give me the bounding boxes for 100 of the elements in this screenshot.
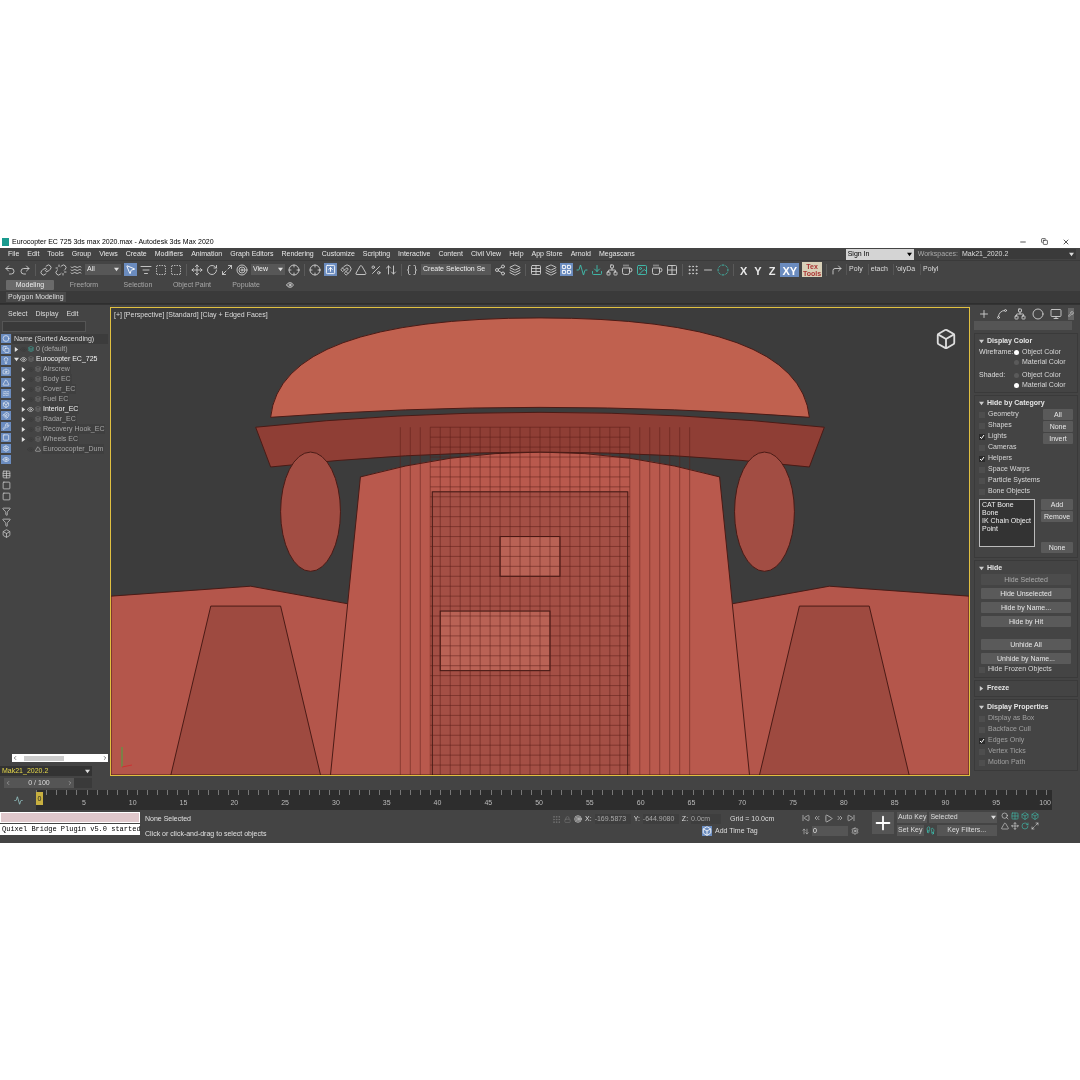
grid-icon[interactable] xyxy=(666,263,678,276)
square-icon[interactable] xyxy=(1,481,11,490)
link-icon[interactable] xyxy=(40,263,52,276)
scroll-right-icon[interactable] xyxy=(102,755,108,761)
absolute-mode-icon[interactable] xyxy=(574,815,582,823)
zoom-all-icon[interactable] xyxy=(1011,812,1019,820)
filter-icon[interactable] xyxy=(1,507,11,516)
pan-icon[interactable] xyxy=(1011,822,1019,830)
display-tab-icon[interactable] xyxy=(1050,308,1062,320)
square-icon[interactable] xyxy=(1,492,11,501)
go-to-start-icon[interactable] xyxy=(802,814,810,822)
expand-arrow-icon[interactable] xyxy=(14,346,19,352)
expand-arrow-icon[interactable] xyxy=(21,426,26,432)
angle-snap-icon[interactable] xyxy=(355,263,367,276)
dropdown-caret-icon[interactable] xyxy=(85,768,90,774)
axis-button[interactable]: Y xyxy=(752,262,764,277)
axis-button[interactable]: Z xyxy=(766,262,778,277)
close-icon[interactable] xyxy=(1062,238,1070,246)
rotate-icon[interactable] xyxy=(206,263,218,276)
curve-editor-icon[interactable] xyxy=(13,795,23,805)
curve-icon[interactable] xyxy=(576,263,588,276)
rollout-toggle-icon[interactable] xyxy=(979,401,984,406)
radio-button[interactable] xyxy=(1014,349,1019,355)
arrow-up-icon[interactable] xyxy=(324,263,337,276)
modify-tab-icon[interactable] xyxy=(996,308,1008,320)
unlink-icon[interactable] xyxy=(55,263,67,276)
ribbon-options-icon[interactable] xyxy=(286,280,294,289)
next-key-icon[interactable] xyxy=(836,814,844,822)
time-settings-icon[interactable] xyxy=(851,827,859,835)
checkbox[interactable] xyxy=(979,737,985,744)
rollout-toggle-icon[interactable] xyxy=(979,686,984,691)
zoom-extents-all-icon[interactable] xyxy=(1031,812,1039,820)
time-tag-icon[interactable] xyxy=(702,826,712,837)
filter-icon[interactable] xyxy=(1,518,11,527)
name-field[interactable] xyxy=(974,321,1072,330)
dropdown-caret-icon[interactable] xyxy=(906,251,912,257)
previous-key-icon[interactable] xyxy=(813,814,821,822)
create-tab-icon[interactable] xyxy=(978,308,990,320)
wave-icon[interactable] xyxy=(70,263,82,276)
motion-tab-icon[interactable] xyxy=(1032,308,1044,320)
window-crossing-icon[interactable] xyxy=(170,263,182,276)
expand-arrow-icon[interactable] xyxy=(21,436,26,442)
pivot-icon[interactable] xyxy=(288,263,300,276)
expand-arrow-icon[interactable] xyxy=(21,416,26,422)
play-icon[interactable] xyxy=(824,813,833,823)
layers-icon[interactable] xyxy=(545,263,557,276)
table-icon[interactable] xyxy=(1,470,11,479)
grid-panel-icon[interactable] xyxy=(560,263,573,276)
expand-arrow-icon[interactable] xyxy=(21,386,26,392)
hierarchy-tab-icon[interactable] xyxy=(1014,308,1026,320)
crosshair-icon[interactable] xyxy=(309,263,321,276)
undo-icon[interactable] xyxy=(4,263,16,276)
list-icon[interactable] xyxy=(140,263,152,276)
minimize-icon[interactable] xyxy=(1019,238,1027,246)
time-config-icon[interactable] xyxy=(802,827,809,835)
mirror-icon[interactable] xyxy=(494,263,506,276)
render-frame-icon[interactable] xyxy=(636,263,648,276)
explorer-search-field[interactable] xyxy=(2,321,86,332)
dashed-square-icon[interactable] xyxy=(155,263,167,276)
expand-arrow-icon[interactable] xyxy=(21,376,26,382)
rollout-toggle-icon[interactable] xyxy=(979,705,984,710)
percent-icon[interactable] xyxy=(370,263,382,276)
corner-icon[interactable] xyxy=(831,263,844,276)
expand-arrow-icon[interactable] xyxy=(21,366,26,372)
restore-icon[interactable] xyxy=(1041,238,1048,245)
scale-icon[interactable] xyxy=(221,263,233,276)
checkbox[interactable] xyxy=(979,433,985,440)
dots-icon[interactable] xyxy=(687,263,699,276)
box-icon[interactable] xyxy=(1,529,11,538)
dropdown-caret-icon[interactable] xyxy=(1069,251,1074,257)
redo-icon[interactable] xyxy=(19,263,31,276)
spinner-icon[interactable] xyxy=(385,263,397,276)
expand-arrow-icon[interactable] xyxy=(21,406,26,412)
orbit-icon[interactable] xyxy=(1021,822,1029,830)
select-object-icon[interactable] xyxy=(124,263,137,276)
snap-icon[interactable] xyxy=(340,263,352,276)
checkbox[interactable] xyxy=(979,455,985,462)
schematic-icon[interactable] xyxy=(606,263,618,276)
set-key-big-icon[interactable] xyxy=(872,812,894,834)
braces-icon[interactable] xyxy=(406,263,418,276)
field-of-view-icon[interactable] xyxy=(1001,822,1009,830)
axis-button[interactable]: X xyxy=(738,262,750,277)
zoom-extents-icon[interactable] xyxy=(1021,812,1029,820)
go-to-end-icon[interactable] xyxy=(847,814,855,822)
align-icon[interactable] xyxy=(509,263,521,276)
expand-arrow-icon[interactable] xyxy=(14,356,19,362)
table-icon[interactable] xyxy=(530,263,542,276)
move-icon[interactable] xyxy=(191,263,203,276)
download-icon[interactable] xyxy=(591,263,603,276)
explorer-filter-icon[interactable] xyxy=(1,400,11,409)
dashed-circle-icon[interactable] xyxy=(717,263,729,276)
expand-arrow-icon[interactable] xyxy=(21,396,26,402)
radio-button[interactable] xyxy=(1014,382,1019,388)
zoom-icon[interactable] xyxy=(1001,812,1009,820)
maxscript-input-field[interactable] xyxy=(0,812,140,823)
horizontal-scrollbar[interactable] xyxy=(12,754,108,762)
rollout-toggle-icon[interactable] xyxy=(979,566,984,571)
target-icon[interactable] xyxy=(236,263,248,276)
scroll-left-icon[interactable] xyxy=(12,755,18,761)
view-cube-icon[interactable] xyxy=(935,328,957,350)
